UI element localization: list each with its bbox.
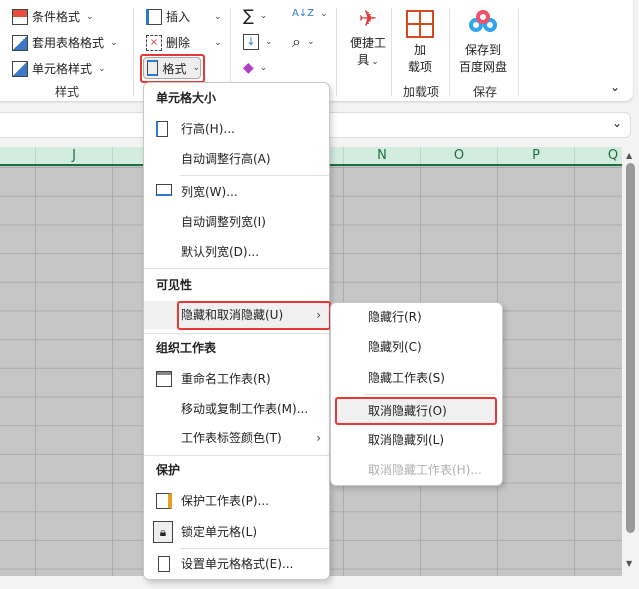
menu-item-default-width[interactable]: 默认列宽(D)... [144, 238, 329, 266]
chevron-down-icon: ⌄ [214, 11, 222, 22]
menu-item-format-cells[interactable]: 设置单元格格式(E)... [144, 550, 329, 578]
divider [144, 268, 329, 269]
scroll-down-icon[interactable]: ▼ [626, 559, 632, 568]
chevron-right-icon: › [316, 431, 321, 445]
menu-item-autofit-column-width[interactable]: 自动调整列宽(I) [144, 208, 329, 236]
delete-button[interactable]: × 删除 ⌄ [146, 34, 222, 51]
section-cell-size: 单元格大小 [156, 91, 217, 105]
find-button[interactable]: ⌕ ⌄ [292, 32, 315, 52]
column-header-p[interactable]: P [497, 147, 574, 164]
section-organize-sheets: 组织工作表 [156, 341, 217, 355]
addins-group-label: 加载项 [403, 85, 440, 99]
divider [518, 8, 519, 96]
addins-button[interactable]: 加 载项 [400, 10, 440, 75]
lock-icon: 🔒︎ [153, 521, 173, 543]
format-button-highlight [140, 54, 205, 83]
sort-filter-icon: A↓Z [292, 8, 315, 19]
menu-item-move-copy-sheet[interactable]: 移动或复制工作表(M)... [144, 395, 329, 423]
chevron-down-icon: ⌄ [265, 37, 273, 47]
autosum-button[interactable]: ∑ ⌄ [243, 6, 267, 25]
menu-item-unhide-sheet: 取消隐藏工作表(H)... [368, 463, 482, 477]
menu-item-hide-columns[interactable]: 隐藏列(C) [331, 333, 502, 361]
divider [364, 394, 497, 395]
menu-item-unhide-columns[interactable]: 取消隐藏列(L) [331, 426, 502, 454]
divider [391, 8, 392, 96]
format-cells-icon [158, 556, 170, 572]
baidu-cloud-icon [469, 10, 497, 34]
clear-button[interactable]: ◆ ⌄ [243, 60, 267, 76]
format-dropdown-menu: 单元格大小 行高(H)... 自动调整行高(A) 列宽(W)... 自动调整列宽… [143, 82, 331, 580]
menu-item-hide-rows[interactable]: 隐藏行(R) [331, 303, 502, 331]
chevron-down-icon: ⌄ [259, 10, 268, 21]
table-format-icon [12, 34, 28, 51]
unhide-rows-highlight [335, 397, 497, 425]
conditional-format-icon [12, 8, 28, 25]
styles-group-label: 样式 [55, 85, 80, 99]
divider [180, 548, 329, 549]
section-protect: 保护 [156, 463, 181, 477]
ribbon-collapse-chevron-icon[interactable]: ⌄ [610, 80, 620, 94]
chevron-down-icon: ⌄ [98, 63, 106, 74]
divider [336, 8, 337, 96]
chevron-down-icon: ⌄ [110, 37, 118, 48]
column-header-n[interactable]: N [343, 147, 420, 164]
sort-filter-button[interactable]: A↓Z ⌄ [292, 8, 328, 19]
divider [133, 8, 134, 96]
section-visibility: 可见性 [156, 278, 193, 292]
chevron-down-icon: ⌄ [214, 37, 222, 48]
scrollbar-thumb[interactable] [626, 163, 635, 533]
row-height-icon [156, 121, 168, 137]
scroll-up-icon[interactable]: ▲ [626, 151, 632, 160]
cell-styles-button[interactable]: 单元格样式 ⌄ [12, 60, 106, 77]
menu-item-hide-sheet[interactable]: 隐藏工作表(S) [331, 364, 502, 392]
save-group-label: 保存 [473, 85, 498, 99]
column-width-icon [156, 184, 172, 196]
vertical-scrollbar[interactable]: ▲ ▼ [622, 147, 639, 577]
insert-cells-icon [146, 8, 162, 25]
delete-cells-icon: × [146, 34, 162, 51]
table-format-button[interactable]: 套用表格格式 ⌄ [12, 34, 118, 51]
hide-unhide-highlight [177, 301, 331, 330]
protect-sheet-icon [156, 493, 172, 509]
fill-down-icon: ↓ [243, 34, 259, 50]
chevron-down-icon: ⌄ [306, 37, 315, 47]
hide-unhide-submenu: 隐藏行(R) 隐藏列(C) 隐藏工作表(S) 取消隐藏行(O) 取消隐藏列(L)… [330, 302, 503, 486]
menu-item-autofit-row-height[interactable]: 自动调整行高(A) [144, 145, 329, 173]
chevron-down-icon: ⌄ [371, 57, 379, 67]
menu-item-column-width[interactable]: 列宽(W)... [144, 178, 329, 206]
conditional-format-button[interactable]: 条件格式 ⌄ [12, 8, 94, 25]
menu-item-protect-sheet[interactable]: 保护工作表(P)... [144, 487, 329, 515]
expand-formula-chevron-icon[interactable]: ⌄ [612, 116, 622, 130]
quick-tools-button[interactable]: ✈ 便捷工 具 ⌄ [343, 6, 393, 68]
chevron-down-icon: ⌄ [320, 8, 328, 19]
cell-styles-icon [12, 60, 28, 77]
addins-grid-icon [406, 10, 434, 38]
menu-item-tab-color[interactable]: 工作表标签颜色(T) › [144, 424, 329, 452]
divider [180, 175, 329, 176]
save-to-baidu-button[interactable]: 保存到 百度网盘 [453, 10, 513, 75]
chevron-down-icon: ⌄ [86, 11, 94, 22]
menu-item-row-height[interactable]: 行高(H)... [144, 115, 329, 143]
rename-sheet-icon [156, 371, 172, 387]
find-icon: ⌕ [292, 32, 301, 51]
chevron-down-icon: ⌄ [259, 63, 268, 73]
insert-button[interactable]: 插入 ⌄ [146, 8, 222, 25]
divider [449, 8, 450, 96]
column-header-o[interactable]: O [420, 147, 497, 164]
menu-item-lock-cell[interactable]: 🔒︎ 锁定单元格(L) [144, 518, 329, 546]
paper-plane-icon: ✈ [358, 7, 378, 32]
menu-item-rename-sheet[interactable]: 重命名工作表(R) [144, 365, 329, 393]
column-header-j[interactable]: J [35, 147, 112, 164]
eraser-icon: ◆ [243, 60, 254, 76]
fill-button[interactable]: ↓ ⌄ [243, 34, 273, 50]
